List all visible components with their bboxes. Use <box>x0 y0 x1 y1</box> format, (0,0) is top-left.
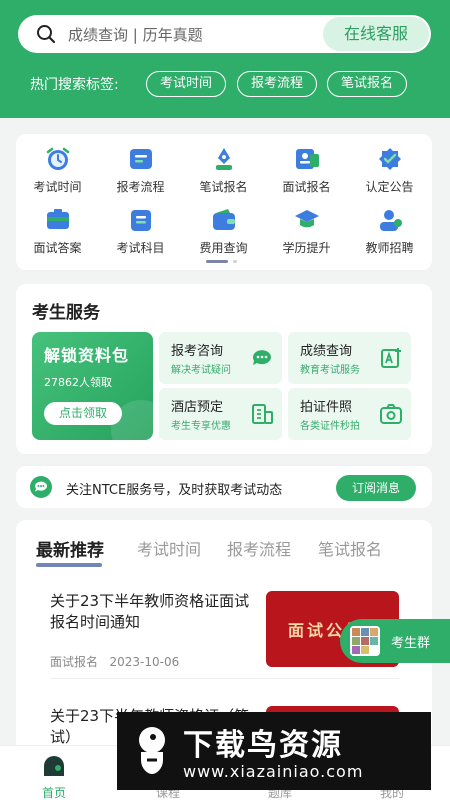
page-dot-active <box>206 260 228 263</box>
subject-list-icon <box>127 207 155 233</box>
hot-search-label: 热门搜索标签: <box>30 77 119 93</box>
service-tile-consult[interactable]: 报考咨询 解决考试疑问 <box>159 332 282 384</box>
article-date: 2023-10-06 <box>109 655 180 669</box>
section-title: 考生服务 <box>32 303 100 323</box>
grid-item-education-upgrade[interactable]: 学历提升 <box>265 207 348 256</box>
header: 成绩查询 | 历年真题 在线客服 热门搜索标签: 考试时间 报考流程 笔试报名 <box>0 0 450 118</box>
message-icon <box>30 476 52 498</box>
grid-item-teacher-recruitment[interactable]: 教师招聘 <box>348 207 431 256</box>
camera-icon <box>380 404 402 424</box>
notice-text: 关注NTCE服务号，及时获取考试动态 <box>66 483 283 498</box>
service-name: 酒店预定 <box>171 400 224 415</box>
candidate-group-button[interactable]: 考生群 <box>340 619 450 663</box>
edit-text-icon <box>381 348 401 368</box>
id-card-icon <box>293 146 321 172</box>
subscribe-button[interactable]: 订阅消息 <box>336 475 416 501</box>
service-name: 报考咨询 <box>171 344 224 359</box>
grid-item-interview-answers[interactable]: 面试答案 <box>16 207 99 256</box>
home-icon <box>40 752 68 780</box>
grid-item-label: 认定公告 <box>365 180 414 194</box>
nav-home[interactable]: 首页 <box>14 752 94 800</box>
wallet-icon <box>210 207 238 233</box>
hotel-icon <box>252 404 273 424</box>
service-name: 成绩查询 <box>300 344 353 359</box>
grid-item-label: 教师招聘 <box>365 241 414 255</box>
search-bar[interactable]: 成绩查询 | 历年真题 在线客服 <box>18 15 431 53</box>
hot-tag[interactable]: 考试时间 <box>146 71 226 97</box>
grid-item-label: 面试报名 <box>282 180 331 194</box>
verified-badge-icon <box>376 146 404 172</box>
tab-apply-process[interactable]: 报考流程 <box>227 536 291 560</box>
grid-item-label: 面试答案 <box>33 241 82 255</box>
banner-title: 解锁资料包 <box>44 346 130 365</box>
grid-item-exam-time[interactable]: 考试时间 <box>16 146 99 195</box>
graduation-cap-icon <box>293 207 321 233</box>
page-dot <box>233 260 237 263</box>
service-subtitle: 考生专享优惠 <box>171 421 231 432</box>
service-subtitle: 教育考试服务 <box>300 365 360 376</box>
watermark: 下载鸟资源 www.xiazainiao.com <box>117 712 431 790</box>
divider <box>50 678 399 679</box>
claim-count: 27862人领取 <box>44 376 112 389</box>
pen-icon <box>210 146 238 172</box>
grid-item-label: 笔试报名 <box>199 180 248 194</box>
service-subtitle: 各类证件秒拍 <box>300 421 360 432</box>
service-name: 拍证件照 <box>300 400 353 415</box>
tab-latest[interactable]: 最新推荐 <box>36 536 104 561</box>
chat-bubble-icon <box>252 350 271 365</box>
watermark-title: 下载鸟资源 <box>183 728 343 763</box>
grid-item-label: 费用查询 <box>199 241 248 255</box>
watermark-url: www.xiazainiao.com <box>183 762 364 781</box>
article-item[interactable]: 关于23下半年教师资格证面试报名时间通知 面试报名 2023-10-06 面试公… <box>50 591 399 669</box>
grid-item-certification-notice[interactable]: 认定公告 <box>348 146 431 195</box>
service-subtitle: 解决考试疑问 <box>171 365 231 376</box>
search-input[interactable]: 成绩查询 | 历年真题 <box>68 24 203 45</box>
grid-item-fee-query[interactable]: 费用查询 <box>182 207 265 256</box>
service-tile-score[interactable]: 成绩查询 教育考试服务 <box>288 332 411 384</box>
hot-tag[interactable]: 笔试报名 <box>327 71 407 97</box>
grid-item-label: 考试科目 <box>116 241 165 255</box>
grid-item-written-apply[interactable]: 笔试报名 <box>182 146 265 195</box>
group-avatar <box>350 626 380 656</box>
grid-item-label: 学历提升 <box>282 241 331 255</box>
article-title: 关于23下半年教师资格证面试报名时间通知 <box>50 592 250 631</box>
subscribe-notice-bar: 关注NTCE服务号，及时获取考试动态 订阅消息 <box>16 466 432 508</box>
grid-item-exam-subjects[interactable]: 考试科目 <box>99 207 182 256</box>
article-category: 面试报名 <box>50 655 99 669</box>
bird-logo-icon <box>139 727 165 774</box>
quick-entry-grid: 考试时间 报考流程 笔试报名 面试报名 认定公告 面试答案 考试科目 费用查询 … <box>16 134 432 270</box>
customer-service-button[interactable]: 在线客服 <box>323 17 429 51</box>
search-icon <box>37 25 56 44</box>
tab-written-apply[interactable]: 笔试报名 <box>318 536 382 560</box>
service-tile-photo[interactable]: 拍证件照 各类证件秒拍 <box>288 388 411 440</box>
candidate-services: 考生服务 解锁资料包 27862人领取 点击领取 报考咨询 解决考试疑问 成绩查… <box>16 284 432 454</box>
grid-item-label: 报考流程 <box>116 180 165 194</box>
alarm-clock-icon <box>44 146 72 172</box>
teacher-icon <box>376 207 404 233</box>
resource-pack-banner[interactable]: 解锁资料包 27862人领取 点击领取 <box>32 332 153 440</box>
document-flow-icon <box>127 146 155 172</box>
article-meta: 面试报名 2023-10-06 <box>50 653 179 670</box>
grid-item-apply-process[interactable]: 报考流程 <box>99 146 182 195</box>
group-label: 考生群 <box>391 636 431 651</box>
answer-sheet-icon <box>44 207 72 233</box>
nav-label: 首页 <box>41 786 66 800</box>
hot-tag[interactable]: 报考流程 <box>237 71 317 97</box>
active-tab-indicator <box>36 563 102 567</box>
grid-item-label: 考试时间 <box>33 180 82 194</box>
claim-button[interactable]: 点击领取 <box>44 402 122 425</box>
tab-exam-time[interactable]: 考试时间 <box>137 536 201 560</box>
grid-item-interview-apply[interactable]: 面试报名 <box>265 146 348 195</box>
service-tile-hotel[interactable]: 酒店预定 考生专享优惠 <box>159 388 282 440</box>
